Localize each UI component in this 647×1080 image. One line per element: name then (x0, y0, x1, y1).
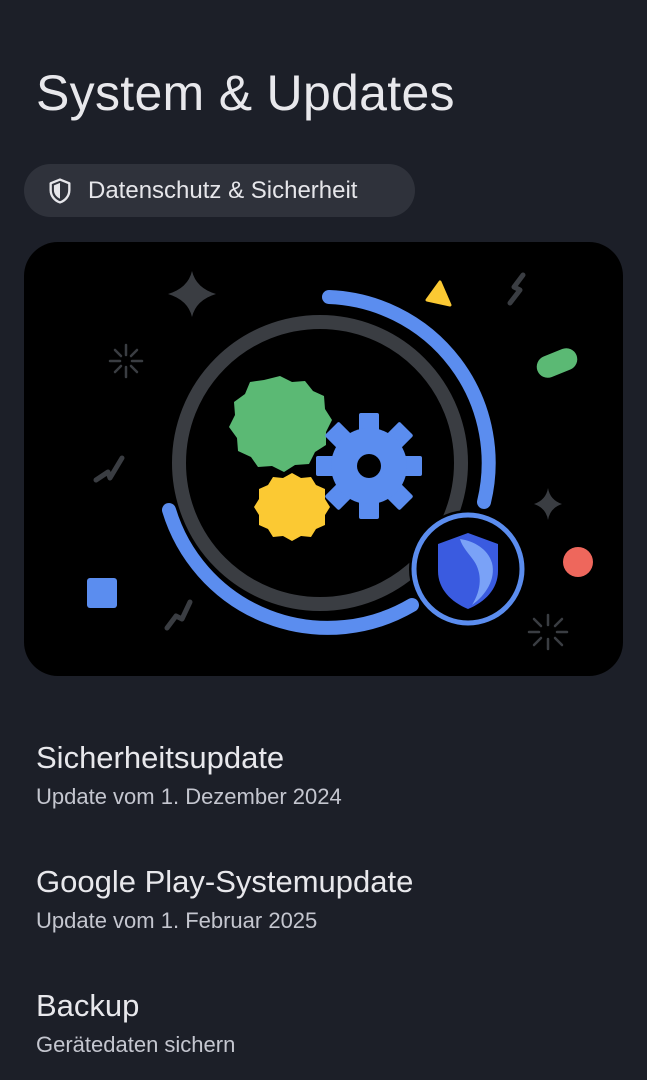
burst-shape (527, 613, 569, 651)
item-subtitle: Update vom 1. Februar 2025 (36, 908, 318, 933)
sparkle-shape (534, 488, 562, 520)
item-title: Sicherheitsupdate (36, 740, 285, 775)
system-updates-illustration (24, 242, 623, 676)
item-title: Backup (36, 988, 140, 1023)
item-subtitle: Update vom 1. Dezember 2024 (36, 784, 342, 809)
shield-icon (46, 177, 74, 205)
squiggle-shape (507, 272, 526, 306)
chip-label: Datenschutz & Sicherheit (88, 176, 358, 204)
green-pill-shape (536, 348, 578, 378)
squiggle-shape (164, 599, 193, 631)
yellow-badge-shape (254, 473, 330, 541)
blue-square-shape (87, 578, 117, 608)
yellow-triangle-shape (425, 280, 452, 307)
sparkle-shape (168, 271, 216, 317)
security-update-item[interactable]: Sicherheitsupdate Update vom 1. Dezember… (0, 700, 647, 810)
google-play-system-update-item[interactable]: Google Play-Systemupdate Update vom 1. F… (0, 824, 647, 934)
squiggle-shape (93, 455, 125, 483)
item-subtitle: Gerätedaten sichern (36, 1032, 236, 1057)
backup-item[interactable]: Backup Gerätedaten sichern (0, 948, 647, 1058)
red-dot-shape (563, 547, 593, 577)
shield-badge (409, 510, 527, 628)
burst-shape (108, 343, 144, 379)
privacy-security-chip[interactable]: Datenschutz & Sicherheit (24, 164, 415, 217)
item-title: Google Play-Systemupdate (36, 864, 414, 899)
page-title: System & Updates (36, 65, 455, 121)
